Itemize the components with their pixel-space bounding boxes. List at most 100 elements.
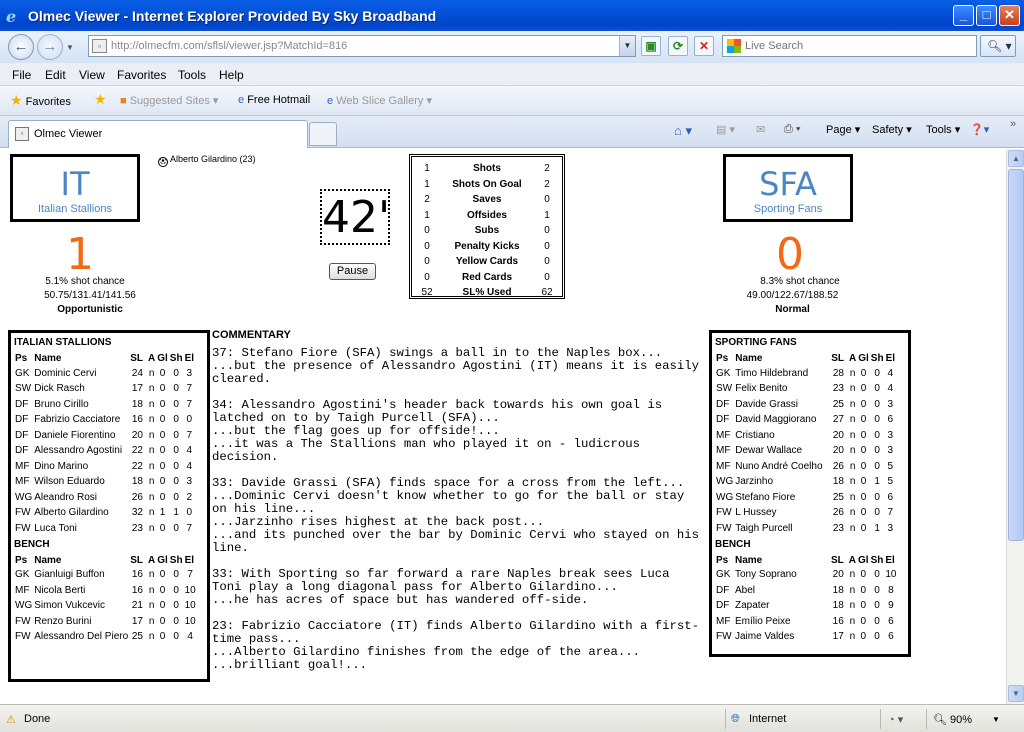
player-row[interactable]: MF Wilson Eduardo 18 n 0 0 3: [14, 475, 195, 491]
scroll-up-icon[interactable]: ▲: [1008, 150, 1024, 167]
print-icon[interactable]: ⎙ ▾: [784, 123, 800, 136]
player-el: 3: [887, 398, 894, 410]
player-row[interactable]: WG Stefano Fiore 25 n 0 0 6: [715, 490, 896, 506]
player-row[interactable]: GK Gianluigi Buffon 16 n 0 0 7: [14, 568, 197, 584]
compatibility-view-icon[interactable]: ▣: [641, 36, 661, 56]
tools-menu[interactable]: Tools ▾: [926, 123, 960, 136]
minimize-button[interactable]: _: [953, 5, 974, 26]
player-row[interactable]: MF Cristiano 20 n 0 0 3: [715, 428, 896, 444]
page-menu[interactable]: Page ▾: [826, 123, 860, 136]
scroll-thumb[interactable]: [1008, 169, 1024, 541]
player-row[interactable]: WG Jarzinho 18 n 0 1 5: [715, 475, 896, 491]
player-row[interactable]: WG Simon Vukcevic 21 n 0 0 10: [14, 599, 197, 615]
player-row[interactable]: GK Tony Soprano 20 n 0 0 10: [715, 568, 897, 584]
home-ratings: 50.75/131.41/141.56: [44, 290, 136, 301]
player-ps: MF: [716, 429, 731, 441]
stop-icon[interactable]: ✕: [694, 36, 714, 56]
address-url[interactable]: http://olmecfm.com/sflsl/viewer.jsp?Matc…: [111, 40, 347, 52]
player-row[interactable]: GK Timo Hildebrand 28 n 0 0 4: [715, 366, 896, 382]
player-row[interactable]: DF Zapater 18 n 0 0 9: [715, 599, 897, 615]
expand-icon[interactable]: »: [1010, 118, 1016, 130]
search-button[interactable]: 🔍︎ ▾: [980, 35, 1016, 57]
match-stats-box: 1 Shots 2 1 Shots On Goal 2 2 Saves 0 1 Offsides 1 0…: [409, 154, 565, 299]
player-row[interactable]: DF Davide Grassi 25 n 0 0 3: [715, 397, 896, 413]
forward-button[interactable]: →: [37, 34, 63, 60]
player-sh: 1: [874, 476, 880, 488]
player-gl: 0: [860, 569, 867, 581]
tab-olmec-viewer[interactable]: ▫ Olmec Viewer: [8, 120, 308, 148]
player-ps: DF: [15, 445, 29, 457]
player-a: n: [849, 569, 856, 581]
player-gl: 0: [159, 600, 166, 612]
player-row[interactable]: FW Renzo Burini 17 n 0 0 10: [14, 614, 197, 630]
player-row[interactable]: SW Dick Rasch 17 n 0 0 7: [14, 382, 195, 398]
player-row[interactable]: FW Alberto Gilardino 32 n 1 1 0: [14, 506, 195, 522]
player-row[interactable]: FW Alessandro Del Piero 25 n 0 0 4: [14, 630, 197, 646]
player-a: n: [849, 414, 856, 426]
help-icon[interactable]: ❓▾: [970, 123, 989, 136]
player-el: 0: [186, 507, 193, 519]
home-icon[interactable]: ⌂ ▾: [674, 123, 692, 139]
stat-away: 2: [544, 163, 550, 175]
player-row[interactable]: GK Dominic Cervi 24 n 0 0 3: [14, 366, 195, 382]
menu-view[interactable]: View: [79, 68, 105, 82]
player-sh: 0: [173, 522, 179, 534]
safety-menu[interactable]: Safety ▾: [872, 123, 912, 136]
player-row[interactable]: FW Taigh Purcell 23 n 0 1 3: [715, 521, 896, 537]
favorites-button[interactable]: ★ Favorites: [10, 92, 71, 109]
player-sh: 0: [874, 569, 880, 581]
player-row[interactable]: SW Felix Benito 23 n 0 0 4: [715, 382, 896, 398]
player-row[interactable]: MF Dino Marino 22 n 0 0 4: [14, 459, 195, 475]
history-dropdown-icon[interactable]: ▼: [66, 43, 74, 52]
menu-bar: File Edit View Favorites Tools Help: [0, 63, 1024, 86]
maximize-button[interactable]: □: [976, 5, 997, 26]
player-row[interactable]: MF Nicola Berti 16 n 0 0 10: [14, 583, 197, 599]
player-row[interactable]: DF David Maggiorano 27 n 0 0 6: [715, 413, 896, 429]
player-row[interactable]: FW Jaime Valdes 17 n 0 0 6: [715, 630, 897, 646]
refresh-icon[interactable]: ⟳: [668, 36, 688, 56]
suggested-sites-link[interactable]: ■ Suggested Sites ▾: [120, 94, 218, 107]
menu-edit[interactable]: Edit: [45, 68, 66, 82]
protected-mode-icon[interactable]: ◔ ▾: [888, 713, 903, 726]
player-row[interactable]: MF Nuno André Coelho 26 n 0 0 5: [715, 459, 896, 475]
free-hotmail-link[interactable]: e Free Hotmail: [238, 94, 310, 106]
menu-favorites[interactable]: Favorites: [117, 68, 166, 82]
player-row[interactable]: WG Aleandro Rosi 26 n 0 0 2: [14, 490, 195, 506]
vertical-scrollbar[interactable]: ▲ ▼: [1006, 149, 1024, 704]
player-sl: 24: [131, 367, 143, 379]
scroll-down-icon[interactable]: ▼: [1008, 685, 1024, 702]
player-row[interactable]: DF Daniele Fiorentino 20 n 0 0 7: [14, 428, 195, 444]
menu-file[interactable]: File: [12, 68, 31, 82]
away-roster: SPORTING FANS Ps Name SL A Gl Sh El GK Timo Hild…: [709, 330, 911, 657]
web-slice-gallery-link[interactable]: e Web Slice Gallery ▾: [327, 94, 432, 107]
player-el: 10: [184, 600, 196, 612]
close-button[interactable]: ✕: [999, 5, 1020, 26]
player-row[interactable]: DF Alessandro Agostini 22 n 0 0 4: [14, 444, 195, 460]
player-row[interactable]: DF Fabrizio Cacciatore 16 n 0 0 0: [14, 413, 195, 429]
pause-button[interactable]: Pause: [329, 263, 376, 280]
new-tab-button[interactable]: [309, 122, 337, 146]
feeds-icon[interactable]: ▤ ▾: [716, 123, 735, 136]
player-row[interactable]: FW L Hussey 26 n 0 0 7: [715, 506, 896, 522]
player-row[interactable]: DF Abel 18 n 0 0 8: [715, 583, 897, 599]
mail-icon[interactable]: ✉: [756, 123, 765, 136]
player-row[interactable]: MF Emílio Peixe 16 n 0 0 6: [715, 614, 897, 630]
search-box[interactable]: [722, 35, 977, 57]
player-name: Abel: [735, 584, 756, 596]
player-ps: MF: [15, 460, 30, 472]
address-dropdown-icon[interactable]: ▼: [619, 36, 635, 56]
player-name: Daniele Fiorentino: [34, 429, 116, 441]
player-row[interactable]: DF Bruno Cirillo 18 n 0 0 7: [14, 397, 195, 413]
zoom-control[interactable]: 🔍︎ 90%: [933, 713, 972, 726]
add-favorites-icon[interactable]: ★: [94, 91, 107, 108]
player-row[interactable]: MF Dewar Wallace 20 n 0 0 3: [715, 444, 896, 460]
home-team-name: Italian Stallions: [38, 203, 112, 215]
menu-help[interactable]: Help: [219, 68, 244, 82]
address-bar[interactable]: ▫ http://olmecfm.com/sflsl/viewer.jsp?Ma…: [88, 35, 636, 57]
player-name: Dino Marino: [34, 460, 89, 472]
zoom-dropdown-icon[interactable]: ▼: [992, 715, 1000, 724]
menu-tools[interactable]: Tools: [178, 68, 206, 82]
back-button[interactable]: ←: [8, 34, 34, 60]
player-row[interactable]: FW Luca Toni 23 n 0 0 7: [14, 521, 195, 537]
search-input[interactable]: [745, 38, 973, 54]
